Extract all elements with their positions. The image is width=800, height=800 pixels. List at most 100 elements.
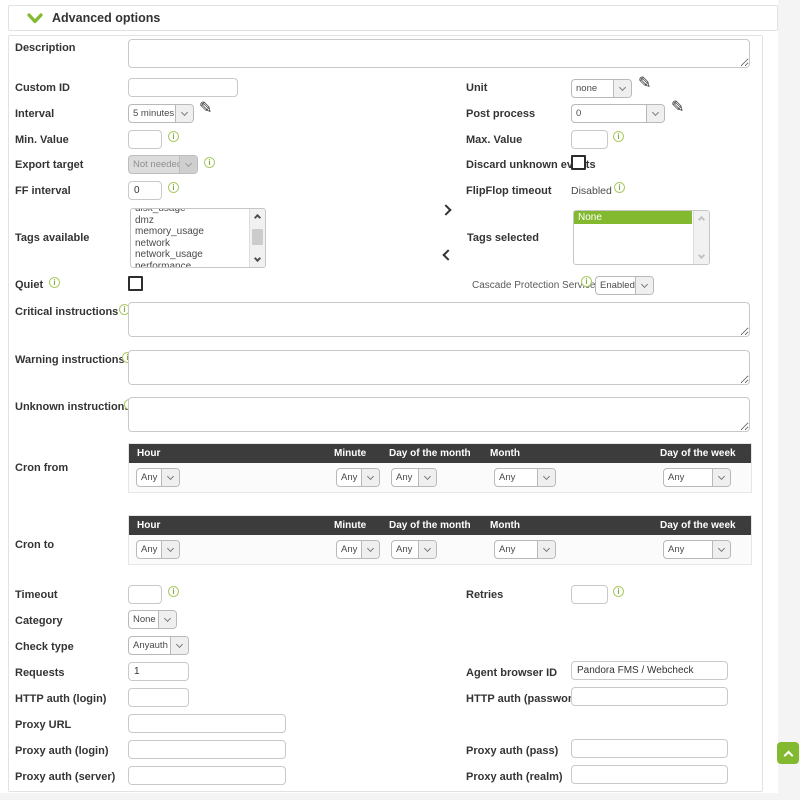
timeout-input[interactable]: [128, 585, 162, 604]
chevron-down-icon: [712, 469, 730, 486]
category-label: Category: [15, 615, 63, 627]
proxy-auth-realm-input[interactable]: [571, 765, 728, 784]
tags-available-list[interactable]: disk_usage dmz memory_usage network netw…: [130, 208, 266, 268]
cascade-protection-services-select[interactable]: Enabled: [595, 276, 654, 295]
cron-to-day-of-week-select[interactable]: Any: [663, 540, 731, 559]
select-value: Any: [495, 469, 537, 486]
cron-from-hour-select[interactable]: Any: [136, 468, 180, 487]
retries-input[interactable]: [571, 585, 608, 604]
chevron-down-icon: [635, 277, 653, 294]
check-type-label: Check type: [15, 641, 74, 653]
list-item[interactable]: performance: [131, 261, 248, 269]
proxy-url-input[interactable]: [128, 714, 286, 733]
scroll-down-icon[interactable]: [694, 250, 709, 264]
proxy-auth-pass-input[interactable]: [571, 739, 728, 758]
cascade-protection-services-info-icon[interactable]: i: [581, 276, 592, 287]
cron-to-minute-select[interactable]: Any: [336, 540, 380, 559]
interval-select-value: 5 minutes: [129, 105, 175, 122]
scrollbar[interactable]: [249, 209, 265, 267]
scroll-down-icon[interactable]: [250, 253, 265, 267]
quiet-checkbox[interactable]: [128, 276, 143, 291]
proxy-auth-server-label: Proxy auth (server): [15, 771, 115, 783]
flipflop-timeout-info-icon[interactable]: i: [614, 182, 625, 193]
interval-select[interactable]: 5 minutes: [128, 104, 194, 123]
cron-to-hour-select[interactable]: Any: [136, 540, 180, 559]
page-right-gutter: [778, 0, 800, 800]
export-target-info-icon[interactable]: i: [204, 157, 215, 168]
discard-unknown-events-checkbox[interactable]: [571, 155, 586, 170]
post-process-edit-pencil-icon[interactable]: ✎: [671, 100, 684, 116]
column-header: Month: [490, 448, 520, 459]
min-value-input[interactable]: [128, 130, 162, 149]
advanced-options-header[interactable]: Advanced options: [8, 5, 778, 31]
custom-id-input[interactable]: [128, 78, 238, 97]
warning-instructions-textarea[interactable]: [128, 350, 750, 385]
cron-to-label: Cron to: [15, 539, 54, 551]
post-process-select[interactable]: 0: [571, 104, 665, 123]
http-auth-login-label: HTTP auth (login): [15, 693, 106, 705]
cron-from-day-of-week-select[interactable]: Any: [663, 468, 731, 487]
cron-to-header-row: Hour Minute Day of the month Month Day o…: [129, 516, 751, 535]
agent-browser-id-input[interactable]: [571, 661, 728, 680]
critical-instructions-textarea[interactable]: [128, 302, 750, 337]
min-value-info-icon[interactable]: i: [168, 131, 179, 142]
select-value: Any: [392, 541, 418, 558]
check-type-select[interactable]: Anyauth: [128, 636, 189, 655]
cron-from-minute-select[interactable]: Any: [336, 468, 380, 487]
unit-select-value: none: [572, 80, 613, 97]
cron-from-month-select[interactable]: Any: [494, 468, 556, 487]
timeout-info-icon[interactable]: i: [168, 586, 179, 597]
unknown-instructions-textarea[interactable]: [128, 397, 750, 432]
list-item[interactable]: network: [131, 238, 248, 250]
interval-edit-pencil-icon[interactable]: ✎: [199, 101, 212, 117]
ff-interval-input[interactable]: [128, 181, 162, 200]
flipflop-timeout-value: Disabled: [571, 185, 612, 197]
list-item-selected[interactable]: None: [574, 211, 692, 224]
section-title: Advanced options: [52, 11, 160, 25]
category-select[interactable]: None: [128, 610, 177, 629]
chevron-down-icon: [537, 541, 555, 558]
tags-selected-list[interactable]: None: [573, 210, 710, 265]
check-type-select-value: Anyauth: [129, 637, 170, 654]
critical-instructions-label: Critical instructions: [15, 306, 118, 318]
quiet-info-icon[interactable]: i: [49, 277, 60, 288]
cron-to-month-select[interactable]: Any: [494, 540, 556, 559]
export-target-label: Export target: [15, 159, 83, 171]
list-item[interactable]: memory_usage: [131, 226, 248, 238]
list-item[interactable]: dmz: [131, 215, 248, 227]
column-header: Month: [490, 520, 520, 531]
requests-input[interactable]: [128, 662, 189, 681]
proxy-auth-login-input[interactable]: [128, 740, 286, 759]
scroll-to-top-button[interactable]: [777, 742, 799, 764]
unit-select[interactable]: none: [571, 79, 632, 98]
description-textarea[interactable]: [128, 39, 750, 68]
ff-interval-info-icon[interactable]: i: [168, 182, 179, 193]
scrollbar[interactable]: [693, 211, 709, 264]
max-value-info-icon[interactable]: i: [613, 131, 624, 142]
scroll-up-icon[interactable]: [250, 209, 265, 223]
scroll-up-icon[interactable]: [694, 211, 709, 225]
http-auth-password-input[interactable]: [571, 687, 728, 706]
chevron-down-icon: [161, 469, 179, 486]
unit-label: Unit: [466, 82, 487, 94]
chevron-down-icon: [27, 13, 43, 24]
column-header: Day of the week: [660, 448, 736, 459]
scrollbar-thumb[interactable]: [252, 229, 263, 245]
post-process-select-value: 0: [572, 105, 646, 122]
chevron-down-icon: [361, 541, 379, 558]
chevron-down-icon: [161, 541, 179, 558]
cron-from-day-of-month-select[interactable]: Any: [391, 468, 437, 487]
retries-label: Retries: [466, 589, 503, 601]
tags-available-label: Tags available: [15, 232, 89, 244]
http-auth-login-input[interactable]: [128, 688, 189, 707]
retries-info-icon[interactable]: i: [613, 586, 624, 597]
proxy-auth-server-input[interactable]: [128, 766, 286, 785]
select-value: Any: [664, 541, 712, 558]
unit-edit-pencil-icon[interactable]: ✎: [638, 76, 651, 92]
max-value-input[interactable]: [571, 130, 608, 149]
chevron-down-icon: [175, 105, 193, 122]
list-item[interactable]: network_usage: [131, 249, 248, 261]
page-bottom-strip: [0, 793, 778, 800]
chevron-down-icon: [170, 637, 188, 654]
cron-to-day-of-month-select[interactable]: Any: [391, 540, 437, 559]
